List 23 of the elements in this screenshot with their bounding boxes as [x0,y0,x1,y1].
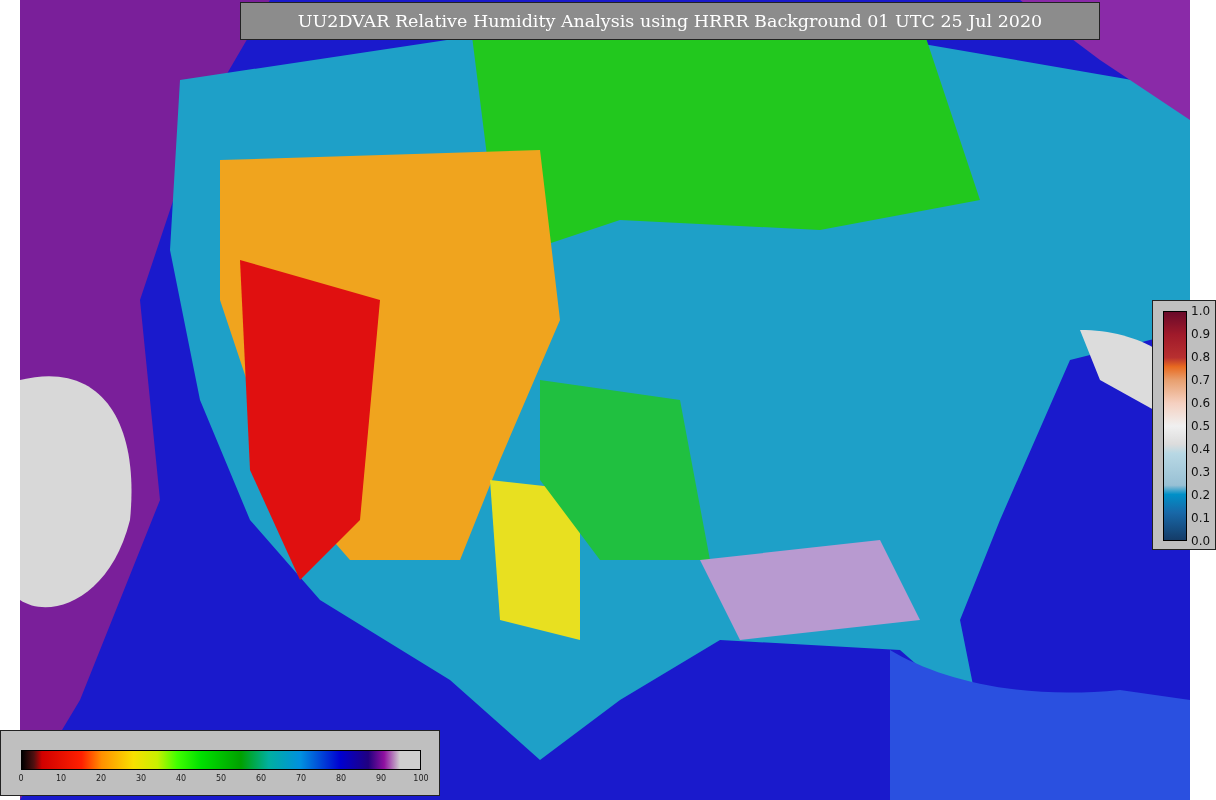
tick-label: 0.1 [1191,512,1211,524]
tick-label: 80 [335,774,347,783]
tick-label: 0.7 [1191,374,1211,386]
tick-label: 0.0 [1191,535,1211,547]
tick-label: 0.8 [1191,351,1211,363]
tick-label: 50 [215,774,227,783]
tick-label: 1.0 [1191,305,1211,317]
tick-label: 10 [55,774,67,783]
tick-label: 0.9 [1191,328,1211,340]
tick-label: 0.6 [1191,397,1211,409]
tick-label: 0.5 [1191,420,1211,432]
tick-label: 70 [295,774,307,783]
tick-label: 0.3 [1191,466,1211,478]
tick-label: 30 [135,774,147,783]
tick-label: 20 [95,774,107,783]
tick-label: 100 [413,774,429,783]
tick-label: 90 [375,774,387,783]
tick-label: 0.4 [1191,443,1211,455]
tick-label: 0.2 [1191,489,1211,501]
tick-label: 40 [175,774,187,783]
map-title: UU2DVAR Relative Humidity Analysis using HRRR Background 01 UTC 25 Jul 2020 [240,2,1100,40]
tick-label: 0 [18,774,24,783]
tick-label: 60 [255,774,267,783]
